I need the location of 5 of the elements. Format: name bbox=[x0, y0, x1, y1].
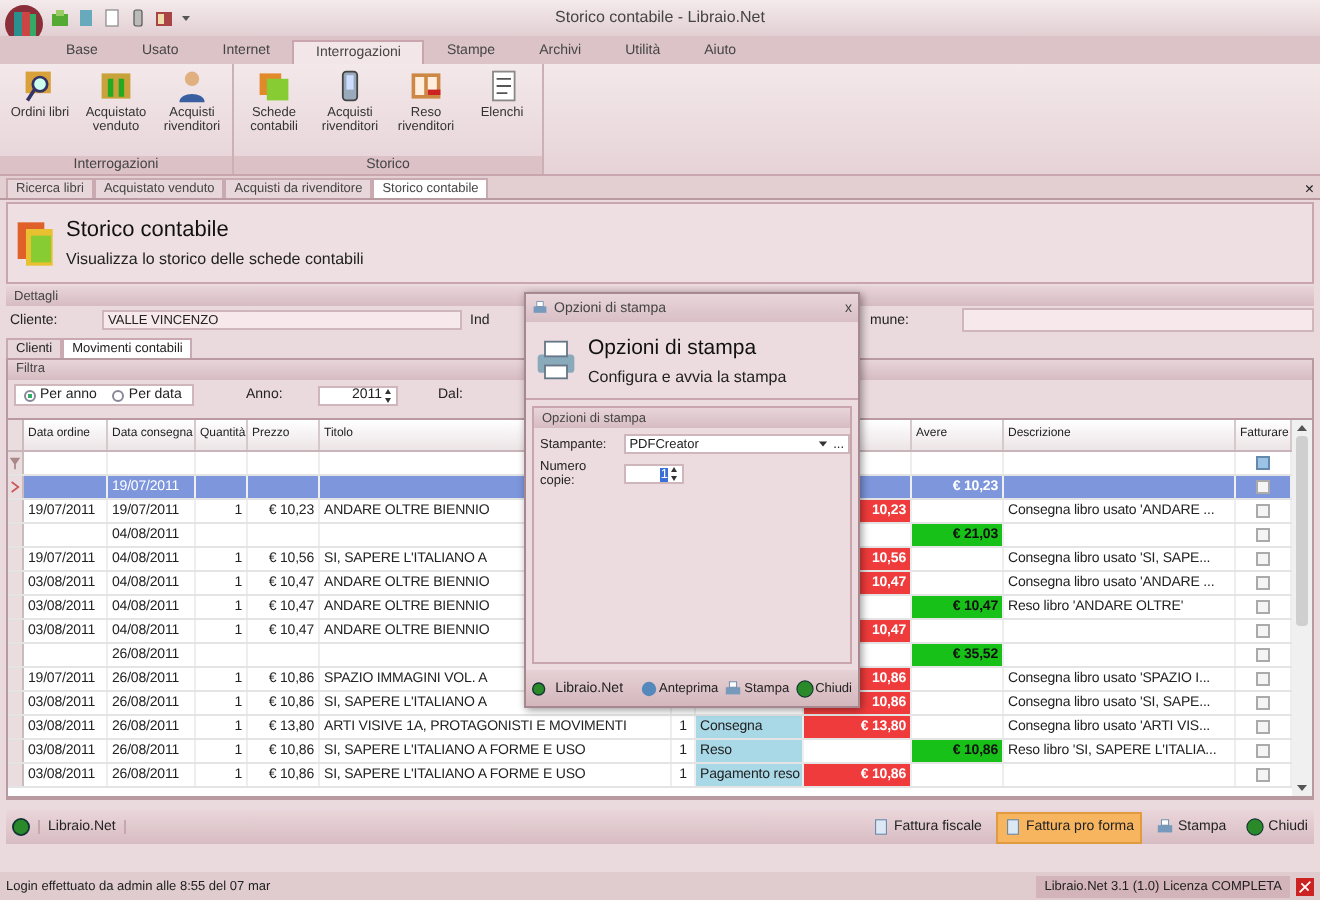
page-subtitle: Visualizza lo storico delle schede contabili bbox=[66, 250, 364, 269]
page-title: Storico contabile bbox=[66, 218, 231, 243]
dialog-subheading: Configura e avvia la stampa bbox=[588, 367, 787, 385]
dialog-heading: Opzioni di stampa bbox=[588, 335, 759, 359]
window-title: Storico contabile - Libraio.Net bbox=[555, 8, 765, 26]
